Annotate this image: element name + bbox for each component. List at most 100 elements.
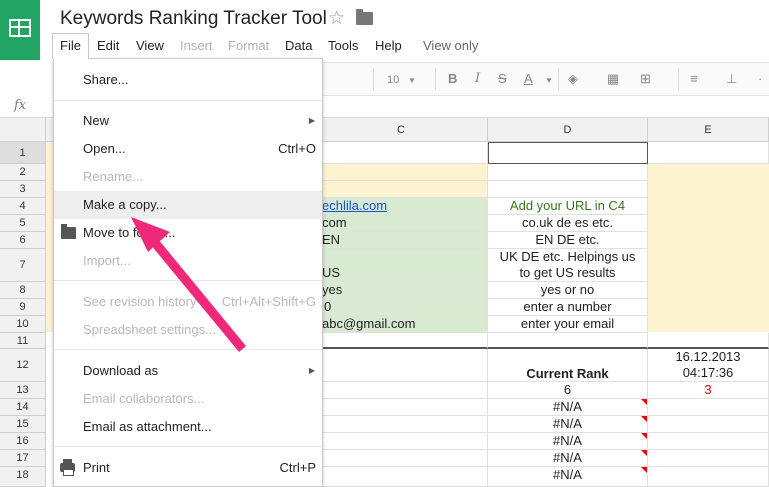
star-icon[interactable]: ☆ — [328, 7, 345, 30]
row-header-17[interactable]: 17 — [0, 450, 46, 467]
valign-bottom-icon[interactable]: ⊥ — [726, 71, 737, 87]
cell-d3[interactable] — [488, 181, 648, 198]
row-header-5[interactable]: 5 — [0, 215, 46, 232]
cell-c5[interactable]: com — [322, 215, 488, 232]
cell-c2[interactable] — [322, 164, 488, 181]
fill-color-icon[interactable]: ◈ — [568, 71, 578, 87]
menu-item-make-copy[interactable]: Make a copy... — [54, 191, 322, 219]
cell-e13[interactable]: 3 — [648, 382, 769, 399]
cell-c12[interactable] — [322, 349, 488, 382]
cell-c1[interactable] — [322, 142, 488, 164]
menu-item-rename[interactable]: Rename... — [54, 163, 322, 191]
row-header-10[interactable]: 10 — [0, 316, 46, 333]
row-header-4[interactable]: 4 — [0, 198, 46, 215]
cell-c13[interactable] — [322, 382, 488, 399]
row-header-11[interactable]: 11 — [0, 333, 46, 349]
menu-item-share[interactable]: Share... — [54, 66, 322, 94]
cell-c10[interactable]: abc@gmail.com — [322, 316, 488, 333]
row-header-18[interactable]: 18 — [0, 467, 46, 487]
cell-d13[interactable]: 6 — [488, 382, 648, 399]
chevron-down-icon[interactable]: ▼ — [545, 76, 553, 85]
row-header-16[interactable]: 16 — [0, 433, 46, 450]
cell-e15[interactable] — [648, 416, 769, 433]
strikethrough-icon[interactable]: S — [498, 71, 507, 86]
cell-c11[interactable] — [322, 333, 488, 349]
menu-item-move-to-folder[interactable]: Move to folder... — [54, 219, 322, 247]
cell-d17[interactable]: #N/A — [488, 450, 648, 467]
row-header-6[interactable]: 6 — [0, 232, 46, 249]
cell-c7[interactable]: US — [322, 249, 488, 282]
bold-button[interactable]: B — [448, 71, 457, 86]
cell-c4[interactable]: echlila.com — [322, 198, 488, 215]
menu-view[interactable]: View — [136, 38, 164, 53]
align-left-icon[interactable]: ≡ — [690, 71, 698, 86]
row-header-8[interactable]: 8 — [0, 282, 46, 299]
menu-help[interactable]: Help — [375, 38, 402, 53]
cell-d2[interactable] — [488, 164, 648, 181]
menu-item-spreadsheet-settings[interactable]: Spreadsheet settings... — [54, 316, 322, 344]
menu-item-download-as[interactable]: Download as ▶ — [54, 357, 322, 385]
sheets-logo[interactable] — [0, 0, 40, 60]
column-header-d[interactable]: D — [488, 118, 648, 142]
cell-d12[interactable]: Current Rank — [488, 349, 648, 382]
column-header-e[interactable]: E — [648, 118, 769, 142]
menu-data[interactable]: Data — [285, 38, 312, 53]
row-header-3[interactable]: 3 — [0, 181, 46, 198]
cell-d1[interactable] — [488, 142, 648, 164]
cell-c3[interactable] — [322, 181, 488, 198]
cell-e1[interactable] — [648, 142, 769, 164]
menu-item-import[interactable]: Import... — [54, 247, 322, 275]
row-header-9[interactable]: 9 — [0, 299, 46, 316]
cell-c16[interactable] — [322, 433, 488, 450]
cell-d4[interactable]: Add your URL in C4 — [488, 198, 648, 215]
cell-c9[interactable]: 0 — [322, 299, 488, 316]
cell-d11[interactable] — [488, 333, 648, 349]
row-header-1[interactable]: 1 — [0, 142, 46, 164]
menu-item-new[interactable]: New ▶ — [54, 107, 322, 135]
cell-d18[interactable]: #N/A — [488, 467, 648, 487]
row-header-13[interactable]: 13 — [0, 382, 46, 399]
text-color-button[interactable]: A — [524, 71, 533, 86]
menu-item-print[interactable]: Print Ctrl+P — [54, 454, 322, 482]
document-title[interactable]: Keywords Ranking Tracker Tool — [60, 8, 327, 30]
row-header-12[interactable]: 12 — [0, 349, 46, 382]
cell-e18[interactable] — [648, 467, 769, 487]
menu-format[interactable]: Format — [228, 38, 269, 53]
italic-icon[interactable]: I — [475, 71, 480, 86]
font-size-select[interactable]: 10 — [387, 74, 399, 86]
menu-insert[interactable]: Insert — [180, 38, 213, 53]
menu-item-revision-history[interactable]: See revision history Ctrl+Alt+Shift+G — [54, 288, 322, 316]
menu-item-email-attachment[interactable]: Email as attachment... — [54, 413, 322, 441]
more-icon[interactable]: · — [758, 71, 762, 86]
borders-icon[interactable]: ▦ — [607, 71, 619, 87]
cell-c15[interactable] — [322, 416, 488, 433]
cell-e11[interactable] — [648, 333, 769, 349]
cell-e16[interactable] — [648, 433, 769, 450]
menu-edit[interactable]: Edit — [97, 38, 119, 53]
select-all-corner[interactable] — [0, 118, 46, 142]
folder-icon[interactable] — [356, 9, 373, 25]
cell-c18[interactable] — [322, 467, 488, 487]
cell-c14[interactable] — [322, 399, 488, 416]
cell-d14[interactable]: #N/A — [488, 399, 648, 416]
chevron-down-icon[interactable]: ▼ — [408, 76, 416, 85]
cell-c6[interactable]: EN — [322, 232, 488, 249]
cell-e17[interactable] — [648, 450, 769, 467]
merge-cells-icon[interactable]: ⊞ — [640, 71, 651, 87]
cell-c17[interactable] — [322, 450, 488, 467]
menu-item-email-collaborators[interactable]: Email collaborators... — [54, 385, 322, 413]
row-header-7[interactable]: 7 — [0, 249, 46, 282]
cell-e12[interactable]: 16.12.2013 04:17:36 — [648, 349, 769, 382]
cell-c8[interactable]: yes — [322, 282, 488, 299]
menu-item-open[interactable]: Open... Ctrl+O — [54, 135, 322, 163]
cell-d15[interactable]: #N/A — [488, 416, 648, 433]
cell-d9[interactable]: enter a number — [488, 299, 648, 316]
row-header-15[interactable]: 15 — [0, 416, 46, 433]
cell-d16[interactable]: #N/A — [488, 433, 648, 450]
menu-tools[interactable]: Tools — [328, 38, 358, 53]
row-header-14[interactable]: 14 — [0, 399, 46, 416]
cell-d8[interactable]: yes or no — [488, 282, 648, 299]
cell-d5[interactable]: co.uk de es etc. — [488, 215, 648, 232]
column-header-c[interactable]: C — [315, 118, 488, 142]
row-header-2[interactable]: 2 — [0, 164, 46, 181]
